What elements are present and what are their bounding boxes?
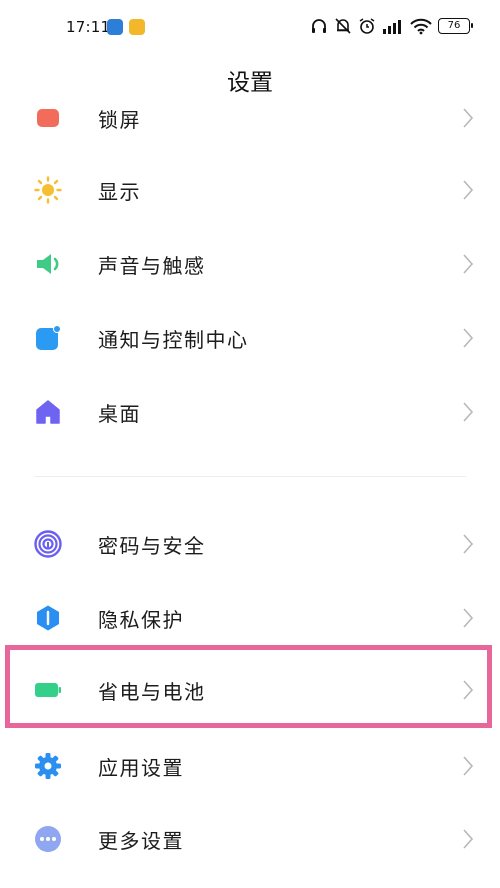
settings-item-label: 声音与触感 [98,254,206,278]
chevron-right-icon [463,756,474,776]
chevron-right-icon [463,608,474,628]
chevron-right-icon [463,254,474,274]
privacy-shield-icon [37,605,59,631]
settings-list: 显示 声音与触感 通知与控制中心 桌面 密码与安全 隐私保护 省电与电池 应用设… [0,0,500,888]
settings-item-password-security[interactable]: 密码与安全 [0,514,500,574]
notification-icon [36,325,61,350]
chevron-right-icon [463,534,474,554]
settings-item-notifications[interactable]: 通知与控制中心 [0,308,500,368]
settings-item-label: 通知与控制中心 [98,328,249,352]
settings-item-label: 桌面 [98,402,141,426]
highlight-box [5,645,492,728]
settings-item-label: 隐私保护 [98,608,184,632]
gear-icon [35,753,61,779]
chevron-right-icon [463,402,474,422]
settings-item-label: 更多设置 [98,829,184,853]
chevron-right-icon [463,180,474,200]
settings-item-display[interactable]: 显示 [0,160,500,220]
speaker-icon [37,254,59,274]
chevron-right-icon [463,328,474,348]
chevron-right-icon [463,829,474,849]
settings-item-privacy[interactable]: 隐私保护 [0,588,500,648]
fingerprint-icon [34,530,62,558]
settings-item-label: 显示 [98,180,141,204]
sun-icon [34,176,62,204]
settings-item-app-settings[interactable]: 应用设置 [0,736,500,796]
home-icon [36,400,60,424]
settings-item-label: 应用设置 [98,756,184,780]
settings-item-sound[interactable]: 声音与触感 [0,234,500,294]
more-icon [35,826,61,852]
settings-item-more[interactable]: 更多设置 [0,809,500,869]
settings-item-home-screen[interactable]: 桌面 [0,382,500,442]
settings-item-label: 密码与安全 [98,534,206,558]
section-divider [34,476,466,477]
